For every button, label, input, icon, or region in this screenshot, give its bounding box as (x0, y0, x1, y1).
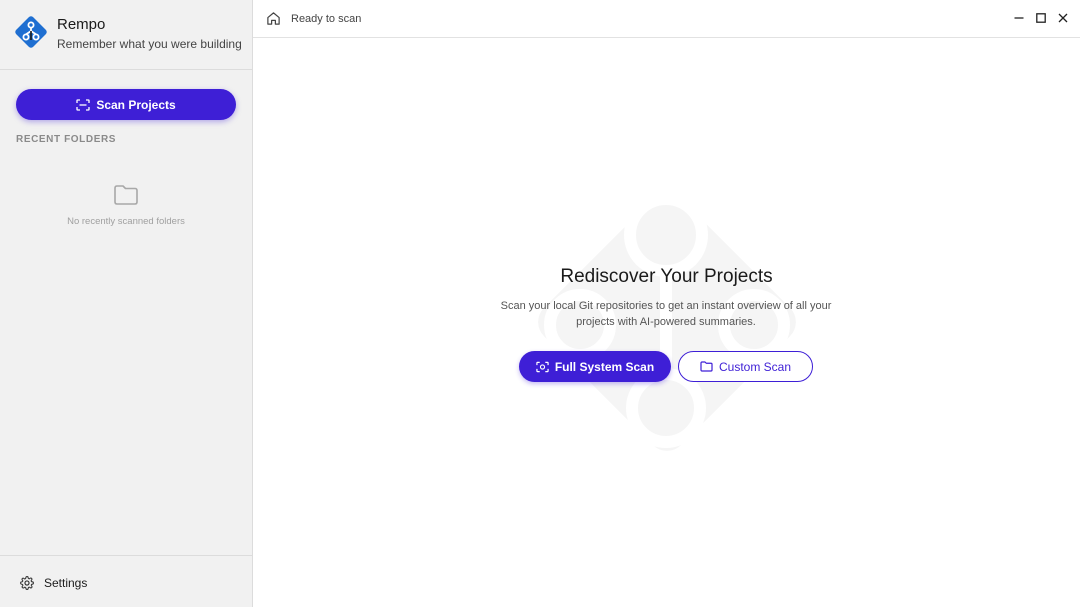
close-button[interactable] (1057, 12, 1068, 24)
scan-projects-button[interactable]: Scan Projects (16, 89, 236, 120)
minimize-button[interactable] (1013, 12, 1024, 24)
maximize-icon (1035, 13, 1046, 23)
sidebar: Rempo Remember what you were building Sc… (0, 0, 253, 607)
window-controls (1013, 12, 1068, 24)
recent-folders-heading: RECENT FOLDERS (16, 134, 117, 145)
settings-label: Settings (44, 576, 88, 590)
close-icon (1058, 13, 1067, 23)
folder-icon (700, 361, 713, 372)
empty-recent-text: No recently scanned folders (67, 216, 185, 227)
home-icon[interactable] (266, 11, 281, 26)
scan-frame-icon (536, 361, 549, 372)
main-content: Rediscover Your Projects Scan your local… (253, 38, 1080, 607)
custom-scan-label: Custom Scan (718, 359, 792, 374)
settings-button[interactable]: Settings (20, 576, 87, 590)
scan-frame-icon (76, 98, 90, 111)
scan-actions: Full System Scan Custom Scan (519, 351, 813, 382)
brand-header: Rempo Remember what you were building (0, 0, 252, 70)
minimize-icon (1014, 17, 1023, 19)
custom-scan-button[interactable]: Custom Scan (678, 351, 813, 382)
git-diamond-logo-icon (15, 16, 47, 48)
hero-title: Rediscover Your Projects (560, 266, 773, 287)
gear-icon (20, 576, 34, 590)
folder-icon (114, 185, 138, 205)
status-text: Ready to scan (291, 13, 362, 25)
settings-area: Settings (0, 555, 252, 607)
maximize-button[interactable] (1035, 12, 1046, 24)
full-system-scan-label: Full System Scan (554, 359, 655, 374)
title-bar: Ready to scan (253, 0, 1080, 38)
app-name: Rempo (57, 16, 106, 33)
full-system-scan-button[interactable]: Full System Scan (519, 351, 671, 382)
hero-description: Scan your local Git repositories to get … (500, 300, 832, 328)
scan-projects-label: Scan Projects (96, 97, 176, 112)
app-tagline: Remember what you were building (57, 37, 242, 51)
